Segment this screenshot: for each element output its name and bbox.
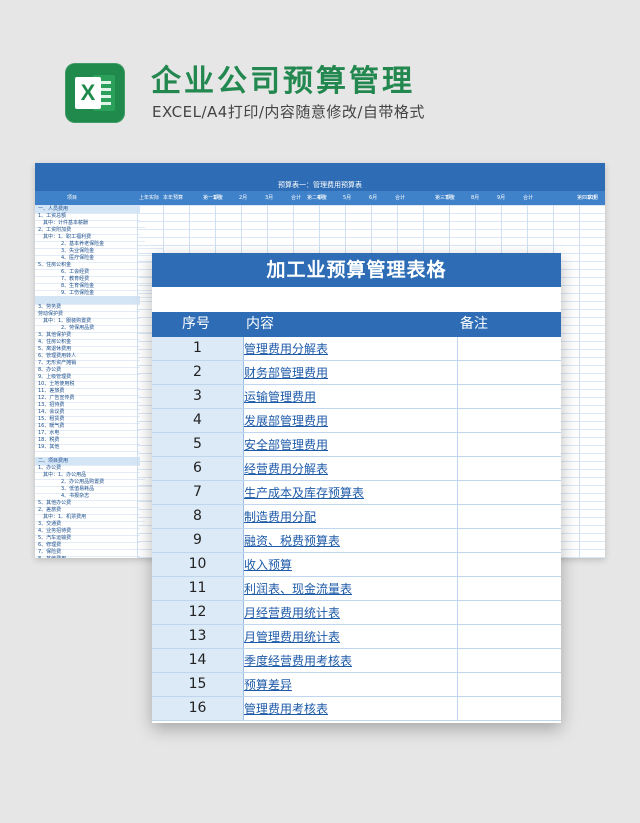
- row-note-cell[interactable]: [457, 361, 561, 384]
- background-header-cell: 1月: [213, 195, 222, 201]
- row-index: 9: [152, 529, 244, 552]
- row-note-cell[interactable]: [457, 409, 561, 432]
- row-index: 2: [152, 361, 244, 384]
- background-header-cell: 3月: [265, 195, 274, 201]
- row-content-link[interactable]: 季度经营费用考核表: [244, 649, 458, 672]
- table-row: 11 利润表、现金流量表: [152, 577, 561, 601]
- row-note-cell[interactable]: [457, 457, 561, 480]
- row-content-link[interactable]: 收入预算: [244, 553, 458, 576]
- row-index: 5: [152, 433, 244, 456]
- table-row: 1 管理费用分解表: [152, 337, 561, 361]
- row-content-link[interactable]: 预算差异: [244, 673, 458, 696]
- row-index: 14: [152, 649, 244, 672]
- table-body: 1 管理费用分解表 2 财务部管理费用 3 运输管理费用 4 发展部管理费用 5 安全部管理费用 6…: [152, 337, 561, 721]
- row-content-link[interactable]: 月管理费用统计表: [244, 625, 458, 648]
- row-index: 1: [152, 337, 244, 360]
- table-row: 2 财务部管理费用: [152, 361, 561, 385]
- column-header-content: 内容: [246, 316, 274, 332]
- column-header-note: 备注: [460, 316, 488, 332]
- background-header-cell: 合计: [291, 195, 302, 201]
- card-title: 加工业预算管理表格: [152, 253, 561, 287]
- background-header-cell: 8月: [471, 195, 480, 201]
- background-header-cell: 10月: [587, 195, 599, 201]
- table-row: 7 生产成本及库存预算表: [152, 481, 561, 505]
- table-row: 3 运输管理费用: [152, 385, 561, 409]
- row-index: 10: [152, 553, 244, 576]
- page-title: 企业公司预算管理: [151, 64, 415, 99]
- row-note-cell[interactable]: [457, 481, 561, 504]
- table-row: 10 收入预算: [152, 553, 561, 577]
- table-row: 4 发展部管理费用: [152, 409, 561, 433]
- row-index: 8: [152, 505, 244, 528]
- row-note-cell[interactable]: [457, 601, 561, 624]
- row-note-cell[interactable]: [457, 529, 561, 552]
- background-header-cell: 5月: [343, 195, 352, 201]
- row-index: 13: [152, 625, 244, 648]
- background-header-cell: 9月: [497, 195, 506, 201]
- table-header: 序号 内容 备注: [152, 312, 561, 337]
- row-index: 11: [152, 577, 244, 600]
- background-header-cell: 本年预算: [163, 195, 184, 201]
- table-row: 8 制造费用分配: [152, 505, 561, 529]
- table-row: 9 融资、税费预算表: [152, 529, 561, 553]
- header: X 企业公司预算管理 EXCEL/A4打印/内容随意修改/自带格式: [0, 0, 640, 150]
- row-content-link[interactable]: 安全部管理费用: [244, 433, 458, 456]
- row-index: 3: [152, 385, 244, 408]
- excel-icon: X: [65, 63, 125, 123]
- row-index: 15: [152, 673, 244, 696]
- background-header-cell: 上年实际: [139, 195, 160, 201]
- row-content-link[interactable]: 月经营费用统计表: [244, 601, 458, 624]
- table-row: 5 安全部管理费用: [152, 433, 561, 457]
- row-note-cell[interactable]: [457, 649, 561, 672]
- background-sheet-header-row: 项目 上年实际 本年预算 第一季度 1月 2月 3月 合计 第二季度 4月 5月 6月 合计 第三季度 7月…: [35, 191, 605, 205]
- background-header-cell: 4月: [317, 195, 326, 201]
- row-index: 6: [152, 457, 244, 480]
- row-note-cell[interactable]: [457, 625, 561, 648]
- table-row: 16 管理费用考核表: [152, 697, 561, 721]
- row-content-link[interactable]: 制造费用分配: [244, 505, 458, 528]
- row-note-cell[interactable]: [457, 577, 561, 600]
- row-index: 12: [152, 601, 244, 624]
- background-header-cell: 7月: [445, 195, 454, 201]
- row-index: 16: [152, 697, 244, 720]
- table-row: 13 月管理费用统计表: [152, 625, 561, 649]
- table-row: 12 月经营费用统计表: [152, 601, 561, 625]
- excel-letter: X: [75, 77, 101, 109]
- row-content-link[interactable]: 融资、税费预算表: [244, 529, 458, 552]
- row-content-link[interactable]: 利润表、现金流量表: [244, 577, 458, 600]
- page-subtitle: EXCEL/A4打印/内容随意修改/自带格式: [152, 103, 425, 121]
- row-content-link[interactable]: 管理费用分解表: [244, 337, 458, 360]
- row-note-cell[interactable]: [457, 505, 561, 528]
- background-header-cell: 合计: [395, 195, 406, 201]
- row-note-cell[interactable]: [457, 673, 561, 696]
- row-content-link[interactable]: 运输管理费用: [244, 385, 458, 408]
- row-content-link[interactable]: 经营费用分解表: [244, 457, 458, 480]
- row-content-link[interactable]: 发展部管理费用: [244, 409, 458, 432]
- directory-card: 加工业预算管理表格 序号 内容 备注 1 管理费用分解表 2 财务部管理费用 3 运输管理…: [152, 253, 561, 723]
- background-sheet-item-column: 一、人员费用 1、工资总额 其中：计件基本薪酬 2、工资附加费 其中：1、职工福利费 2、…: [35, 205, 163, 558]
- table-row: 14 季度经营费用考核表: [152, 649, 561, 673]
- row-note-cell[interactable]: [457, 337, 561, 360]
- background-header-cell: 合计: [523, 195, 534, 201]
- column-header-index: 序号: [182, 316, 210, 332]
- background-sheet-banner: 预算表一：管理费用预算表: [35, 163, 605, 191]
- row-note-cell[interactable]: [457, 433, 561, 456]
- background-item-row: 8、其他费用: [35, 555, 140, 558]
- row-note-cell[interactable]: [457, 697, 561, 720]
- row-note-cell[interactable]: [457, 385, 561, 408]
- table-row: 6 经营费用分解表: [152, 457, 561, 481]
- row-content-link[interactable]: 财务部管理费用: [244, 361, 458, 384]
- background-header-cell: 项目: [67, 195, 78, 201]
- background-header-cell: 2月: [239, 195, 248, 201]
- row-content-link[interactable]: 生产成本及库存预算表: [244, 481, 458, 504]
- table-row: 15 预算差异: [152, 673, 561, 697]
- background-header-cell: 6月: [369, 195, 378, 201]
- row-note-cell[interactable]: [457, 553, 561, 576]
- row-index: 4: [152, 409, 244, 432]
- row-index: 7: [152, 481, 244, 504]
- row-content-link[interactable]: 管理费用考核表: [244, 697, 458, 720]
